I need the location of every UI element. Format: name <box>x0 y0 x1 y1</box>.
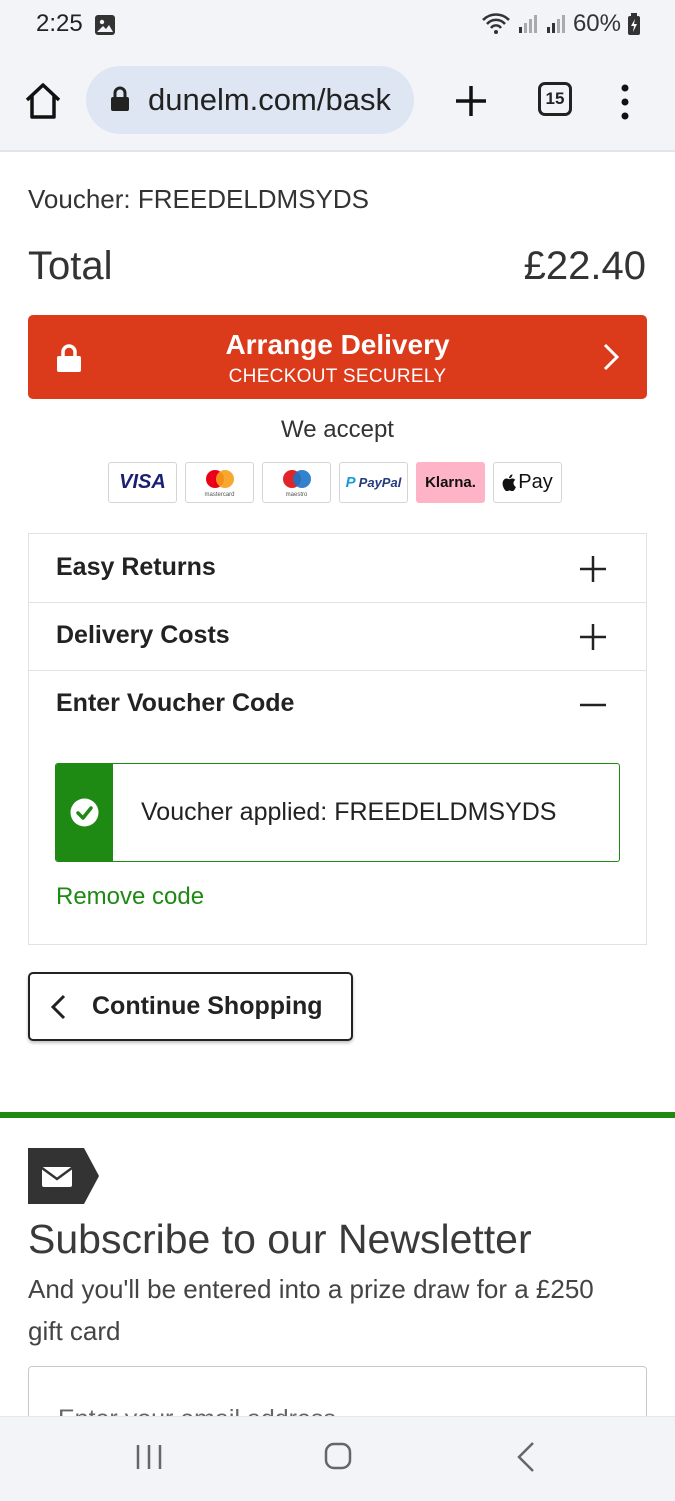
status-bar: 2:25 60% <box>0 0 675 52</box>
checkout-title: Arrange Delivery <box>225 329 450 360</box>
accordion-label: Enter Voucher Code <box>56 689 295 717</box>
chevron-right-icon <box>603 343 619 371</box>
address-bar[interactable]: dunelm.com/bask <box>86 66 414 134</box>
signal-icon-2 <box>546 15 565 33</box>
klarna-logo: Klarna. <box>416 462 485 503</box>
status-right: 60% <box>481 10 641 38</box>
total-value: £22.40 <box>523 244 646 288</box>
accordion-enter-voucher-code[interactable]: Enter Voucher Code <box>29 670 646 738</box>
accordion-label: Easy Returns <box>56 553 216 581</box>
maestro-logo: maestro <box>262 462 331 503</box>
paypal-logo: P PayPal <box>339 462 408 503</box>
section-divider <box>0 1112 675 1118</box>
battery-percent: 60% <box>572 10 621 37</box>
envelope-icon <box>28 1148 99 1204</box>
home-nav-icon[interactable] <box>324 1442 352 1470</box>
remove-code-link[interactable]: Remove code <box>56 883 204 911</box>
payment-methods: VISA mastercard maestro P PayPal Klarna. … <box>108 462 562 503</box>
voucher-applied-message: Voucher applied: FREEDELDMSYDS <box>55 763 620 862</box>
apple-pay-logo: Pay <box>493 462 562 503</box>
newsletter-title: Subscribe to our Newsletter <box>28 1216 532 1262</box>
browser-toolbar: dunelm.com/bask 15 <box>0 52 675 152</box>
visa-logo: VISA <box>108 462 177 503</box>
recent-apps-icon[interactable] <box>134 1443 164 1471</box>
newsletter-subtitle: And you'll be entered into a prize draw … <box>28 1274 594 1346</box>
continue-shopping-button[interactable]: Continue Shopping <box>28 972 353 1041</box>
info-accordion: Easy Returns Delivery Costs Enter Vouche… <box>28 533 647 945</box>
more-menu-icon[interactable] <box>616 82 634 122</box>
status-time: 2:25 <box>36 10 83 37</box>
we-accept-heading: We accept <box>281 416 394 443</box>
accordion-delivery-costs[interactable]: Delivery Costs <box>29 602 646 671</box>
continue-shopping-label: Continue Shopping <box>92 992 323 1020</box>
wifi-icon <box>482 13 510 34</box>
url-text: dunelm.com/bask <box>148 82 391 117</box>
lock-icon <box>111 86 129 111</box>
check-circle-icon <box>70 798 99 827</box>
gallery-notification-icon <box>95 15 115 35</box>
signal-icon <box>518 15 537 33</box>
home-icon[interactable] <box>22 80 64 122</box>
tab-switcher-button[interactable]: 15 <box>538 82 572 116</box>
voucher-applied-text: Voucher applied: FREEDELDMSYDS <box>141 798 557 826</box>
back-icon[interactable] <box>516 1441 536 1473</box>
accordion-label: Delivery Costs <box>56 621 230 649</box>
minus-icon[interactable] <box>578 690 608 720</box>
chevron-left-icon <box>50 994 66 1020</box>
mastercard-logo: mastercard <box>185 462 254 503</box>
total-label: Total <box>28 244 113 288</box>
plus-icon[interactable] <box>578 622 608 652</box>
accordion-easy-returns[interactable]: Easy Returns <box>29 534 646 603</box>
voucher-summary: Voucher: FREEDELDMSYDS <box>28 184 370 214</box>
system-nav-bar <box>0 1416 675 1501</box>
new-tab-icon[interactable] <box>452 82 490 120</box>
checkout-subtitle: CHECKOUT SECURELY <box>228 366 447 387</box>
battery-icon <box>628 13 640 35</box>
arrange-delivery-button[interactable]: Arrange Delivery CHECKOUT SECURELY <box>28 315 647 399</box>
plus-icon[interactable] <box>578 554 608 584</box>
